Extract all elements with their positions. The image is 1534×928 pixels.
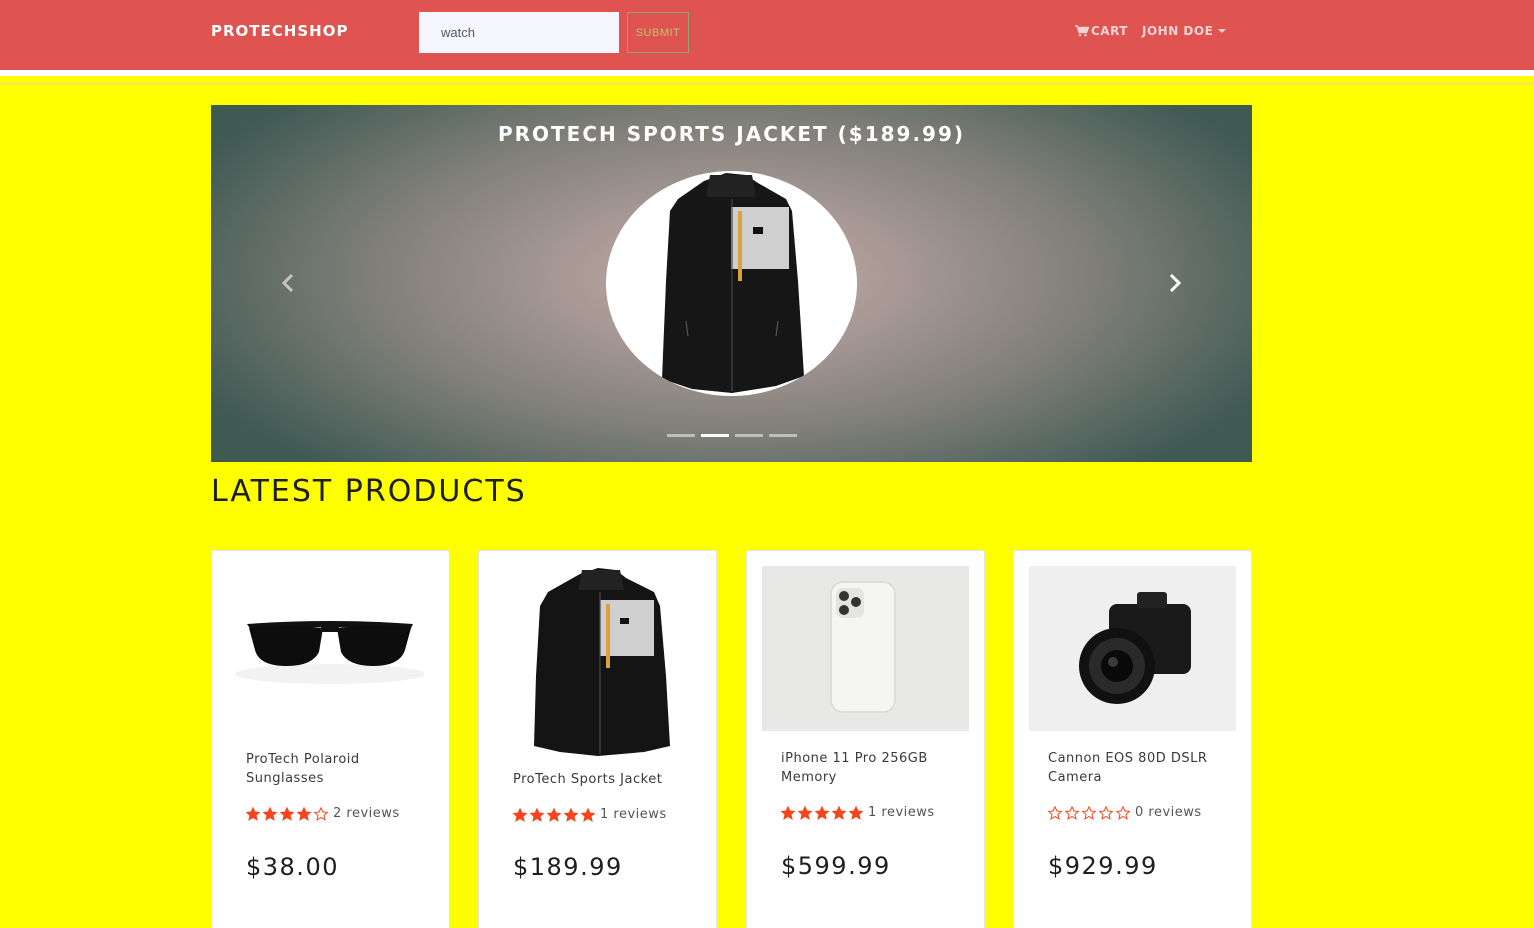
- nav-links: CART JOHN DOE: [1075, 24, 1227, 38]
- sunglasses-image[interactable]: [227, 566, 434, 731]
- chevron-right-icon: [1169, 273, 1182, 293]
- review-count: 2 reviews: [333, 806, 400, 821]
- carousel-prev-button[interactable]: [277, 271, 301, 295]
- star-filled-icon: [781, 805, 795, 820]
- product-price: $929.99: [1048, 852, 1158, 880]
- product-card: iPhone 11 Pro 256GB Memory 1 reviews $59…: [746, 550, 985, 928]
- product-card: Cannon EOS 80D DSLR Camera 0 reviews $92…: [1013, 550, 1252, 928]
- star-empty-icon: [1065, 805, 1079, 820]
- product-title-link[interactable]: ProTech Sports Jacket: [513, 770, 693, 789]
- search-input[interactable]: [419, 12, 619, 53]
- star-empty-icon: [1048, 805, 1062, 820]
- caret-down-icon: [1218, 29, 1227, 33]
- jacket-image[interactable]: [494, 566, 701, 756]
- star-filled-icon: [798, 805, 812, 820]
- star-empty-icon: [1116, 805, 1130, 820]
- cart-link[interactable]: CART: [1075, 24, 1128, 38]
- star-filled-icon: [513, 807, 527, 822]
- carousel-next-button[interactable]: [1162, 271, 1186, 295]
- chevron-left-icon: [281, 273, 294, 293]
- product-price: $38.00: [246, 853, 339, 881]
- cart-label: CART: [1091, 24, 1128, 38]
- star-filled-icon: [263, 806, 277, 821]
- navbar-divider: [0, 82, 1534, 85]
- star-filled-icon: [564, 807, 578, 822]
- carousel-indicator-active[interactable]: [701, 434, 729, 437]
- review-count: 0 reviews: [1135, 805, 1202, 820]
- product-card: ProTech Sports Jacket 1 reviews $189.99: [478, 550, 717, 928]
- camera-image[interactable]: [1029, 566, 1236, 731]
- carousel-indicator[interactable]: [735, 434, 763, 437]
- product-price: $189.99: [513, 853, 623, 881]
- star-filled-icon: [297, 806, 311, 821]
- review-count: 1 reviews: [600, 807, 667, 822]
- carousel-indicator[interactable]: [667, 434, 695, 437]
- star-filled-icon: [849, 805, 863, 820]
- review-count: 1 reviews: [868, 805, 935, 820]
- rating-stars: [513, 807, 595, 822]
- star-filled-icon: [246, 806, 260, 821]
- section-title: LATEST PRODUCTS: [211, 474, 527, 509]
- product-carousel[interactable]: PROTECH SPORTS JACKET ($189.99): [211, 105, 1252, 462]
- star-empty-icon: [1099, 805, 1113, 820]
- product-card: ProTech Polaroid Sunglasses 2 reviews $3…: [211, 550, 450, 928]
- brand-logo[interactable]: PROTECHSHOP: [211, 22, 348, 40]
- carousel-indicator[interactable]: [769, 434, 797, 437]
- star-filled-icon: [815, 805, 829, 820]
- navbar: PROTECHSHOP SUBMIT CART JOHN DOE: [0, 0, 1534, 76]
- product-title-link[interactable]: Cannon EOS 80D DSLR Camera: [1048, 749, 1228, 787]
- product-rating: 1 reviews: [513, 807, 667, 822]
- star-filled-icon: [832, 805, 846, 820]
- rating-stars: [1048, 805, 1130, 820]
- star-empty-icon: [1082, 805, 1096, 820]
- rating-stars: [246, 806, 328, 821]
- user-menu-dropdown[interactable]: JOHN DOE: [1141, 24, 1227, 38]
- star-empty-icon: [314, 806, 328, 821]
- carousel-product-image[interactable]: [606, 171, 857, 396]
- product-rating: 0 reviews: [1048, 805, 1202, 820]
- product-price: $599.99: [781, 852, 891, 880]
- user-name: JOHN DOE: [1141, 24, 1214, 38]
- carousel-caption[interactable]: PROTECH SPORTS JACKET ($189.99): [211, 122, 1252, 146]
- cart-icon: [1075, 25, 1089, 37]
- submit-button[interactable]: SUBMIT: [627, 12, 689, 53]
- carousel-indicators: [667, 434, 797, 437]
- product-title-link[interactable]: iPhone 11 Pro 256GB Memory: [781, 749, 961, 787]
- product-title-link[interactable]: ProTech Polaroid Sunglasses: [246, 750, 426, 788]
- product-rating: 2 reviews: [246, 806, 400, 821]
- product-rating: 1 reviews: [781, 805, 935, 820]
- star-filled-icon: [530, 807, 544, 822]
- phone-image[interactable]: [762, 566, 969, 731]
- star-filled-icon: [280, 806, 294, 821]
- rating-stars: [781, 805, 863, 820]
- star-filled-icon: [581, 807, 595, 822]
- star-filled-icon: [547, 807, 561, 822]
